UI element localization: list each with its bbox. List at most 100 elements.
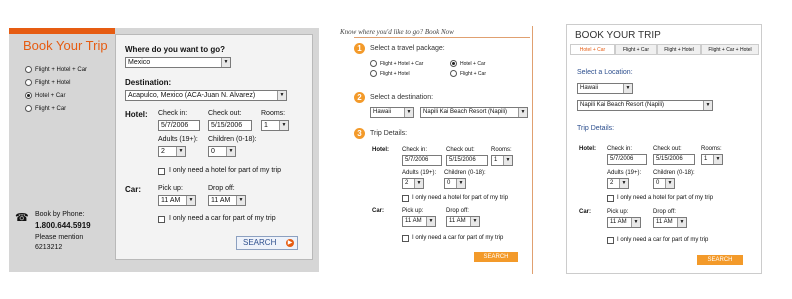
- dropoff-label: Drop off:: [208, 185, 235, 192]
- search-button[interactable]: SEARCH ▶: [236, 236, 298, 250]
- car-partial-checkbox[interactable]: [158, 216, 165, 223]
- chevron-down-icon: ▼: [623, 84, 632, 93]
- checkin-input[interactable]: 5/7/2006: [158, 120, 200, 131]
- car-partial-checkbox[interactable]: [607, 237, 614, 244]
- rooms-label: Rooms:: [491, 147, 512, 153]
- resort-select[interactable]: Napili Kai Beach Resort (Napili) ▼: [420, 107, 528, 118]
- children-select[interactable]: 0 ▼: [653, 178, 675, 189]
- chevron-down-icon: ▼: [277, 91, 286, 100]
- step-2-label: Select a destination:: [370, 94, 434, 101]
- rooms-label: Rooms:: [701, 146, 722, 152]
- package-option-hotel-car[interactable]: Hotel + Car: [450, 60, 485, 67]
- car-label: Car:: [579, 209, 592, 215]
- accent-bar: [9, 28, 115, 34]
- package-option-flight-car[interactable]: Flight + Car: [450, 70, 486, 77]
- search-button[interactable]: SEARCH: [474, 252, 518, 262]
- package-option-flight-car[interactable]: Flight + Car: [25, 105, 66, 112]
- chevron-down-icon: ▼: [226, 147, 235, 156]
- pickup-label: Pick up:: [402, 208, 424, 214]
- children-label: Children (0-18):: [653, 170, 695, 176]
- pickup-select[interactable]: 11 AM ▼: [158, 195, 196, 206]
- book-your-trip-widget-3: BOOK YOUR TRIP Hotel + Car Flight + Car …: [566, 24, 762, 274]
- car-partial-label: I only need a car for part of my trip: [617, 237, 709, 243]
- hotel-partial-checkbox[interactable]: [402, 195, 409, 202]
- destination-select[interactable]: Acapulco, Mexico (ACA-Juan N. Alvarez) ▼: [125, 90, 287, 101]
- children-label: Children (0-18):: [208, 136, 257, 143]
- resort-select[interactable]: Napili Kai Beach Resort (Napili) ▼: [577, 100, 713, 111]
- widget-heading: Know where you'd like to go? Book Now: [340, 28, 454, 36]
- car-partial-label: I only need a car for part of my trip: [412, 235, 504, 241]
- chevron-down-icon: ▼: [221, 58, 230, 67]
- phone-label: Book by Phone:: [35, 211, 85, 218]
- step-2-badge: 2: [354, 92, 365, 103]
- checkout-label: Check out:: [208, 110, 242, 117]
- checkin-label: Check in:: [607, 146, 633, 152]
- checkout-input[interactable]: 5/15/2006: [208, 120, 252, 131]
- region-select[interactable]: Hawaii ▼: [370, 107, 414, 118]
- adults-label: Adults (19+):: [158, 136, 198, 143]
- package-option-flight-hotel[interactable]: Flight + Hotel: [25, 79, 71, 86]
- search-form: Where do you want to go? Mexico ▼ Destina…: [115, 34, 313, 260]
- adults-select[interactable]: 2 ▼: [158, 146, 186, 157]
- hotel-partial-label: I only need a hotel for part of my trip: [169, 167, 282, 174]
- rooms-select[interactable]: 1 ▼: [261, 120, 289, 131]
- step-3-badge: 3: [354, 128, 365, 139]
- hotel-label: Hotel:: [579, 146, 596, 152]
- chevron-down-icon: ▼: [703, 101, 712, 110]
- chevron-down-icon: ▼: [503, 156, 512, 165]
- phone-number: 1.800.644.5919: [35, 221, 91, 230]
- pickup-select[interactable]: 11 AM ▼: [607, 217, 641, 228]
- car-label: Car:: [372, 208, 385, 214]
- adults-label: Adults (19+):: [607, 170, 642, 176]
- hotel-label: Hotel:: [372, 147, 389, 153]
- checkout-label: Check out:: [653, 146, 682, 152]
- chevron-down-icon: ▼: [619, 179, 628, 188]
- chevron-down-icon: ▼: [677, 218, 686, 227]
- where-label: Where do you want to go?: [125, 45, 225, 54]
- country-select[interactable]: Mexico ▼: [125, 57, 231, 68]
- chevron-down-icon: ▼: [404, 108, 413, 117]
- package-option-flight-hotel-car[interactable]: Flight + Hotel + Car: [25, 66, 87, 73]
- book-your-trip-widget-2: Know where you'd like to go? Book Now 1 …: [338, 26, 533, 274]
- dropoff-label: Drop off:: [446, 208, 469, 214]
- rooms-select[interactable]: 1 ▼: [491, 155, 513, 166]
- pickup-select[interactable]: 11 AM ▼: [402, 216, 436, 227]
- search-button[interactable]: SEARCH: [697, 255, 743, 265]
- pickup-label: Pick up:: [607, 209, 629, 215]
- adults-select[interactable]: 2 ▼: [402, 178, 424, 189]
- package-option-flight-hotel-car[interactable]: Flight + Hotel + Car: [370, 60, 423, 67]
- dropoff-select[interactable]: 11 AM ▼: [653, 217, 687, 228]
- mention-code: 6213212: [35, 244, 63, 251]
- chevron-down-icon: ▼: [518, 108, 527, 117]
- hotel-partial-checkbox[interactable]: [607, 195, 614, 202]
- checkout-input[interactable]: 5/15/2006: [653, 154, 695, 165]
- chevron-down-icon: ▼: [279, 121, 288, 130]
- chevron-down-icon: ▼: [426, 217, 435, 226]
- checkout-input[interactable]: 5/15/2006: [446, 155, 488, 166]
- chevron-down-icon: ▼: [713, 155, 722, 164]
- mention-label: Please mention: [35, 234, 84, 241]
- region-select[interactable]: Hawaii ▼: [577, 83, 633, 94]
- package-option-flight-hotel[interactable]: Flight + Hotel: [370, 70, 410, 77]
- dropoff-select[interactable]: 11 AM ▼: [446, 216, 480, 227]
- hotel-partial-checkbox[interactable]: [158, 168, 165, 175]
- chevron-down-icon: ▼: [456, 179, 465, 188]
- chevron-down-icon: ▼: [236, 196, 245, 205]
- location-label: Select a Location:: [577, 69, 633, 76]
- hotel-label: Hotel:: [125, 110, 148, 119]
- adults-select[interactable]: 2 ▼: [607, 178, 629, 189]
- step-1-badge: 1: [354, 43, 365, 54]
- hotel-partial-label: I only need a hotel for part of my trip: [617, 195, 714, 201]
- children-select[interactable]: 0 ▼: [208, 146, 236, 157]
- dropoff-select[interactable]: 11 AM ▼: [208, 195, 246, 206]
- checkin-input[interactable]: 5/7/2006: [402, 155, 442, 166]
- rooms-select[interactable]: 1 ▼: [701, 154, 723, 165]
- adults-label: Adults (19+):: [402, 170, 437, 176]
- package-option-hotel-car[interactable]: Hotel + Car: [25, 92, 66, 99]
- car-partial-checkbox[interactable]: [402, 235, 409, 242]
- checkin-input[interactable]: 5/7/2006: [607, 154, 647, 165]
- checkin-label: Check in:: [158, 110, 188, 117]
- children-label: Children (0-18):: [444, 170, 486, 176]
- children-select[interactable]: 0 ▼: [444, 178, 466, 189]
- chevron-down-icon: ▼: [176, 147, 185, 156]
